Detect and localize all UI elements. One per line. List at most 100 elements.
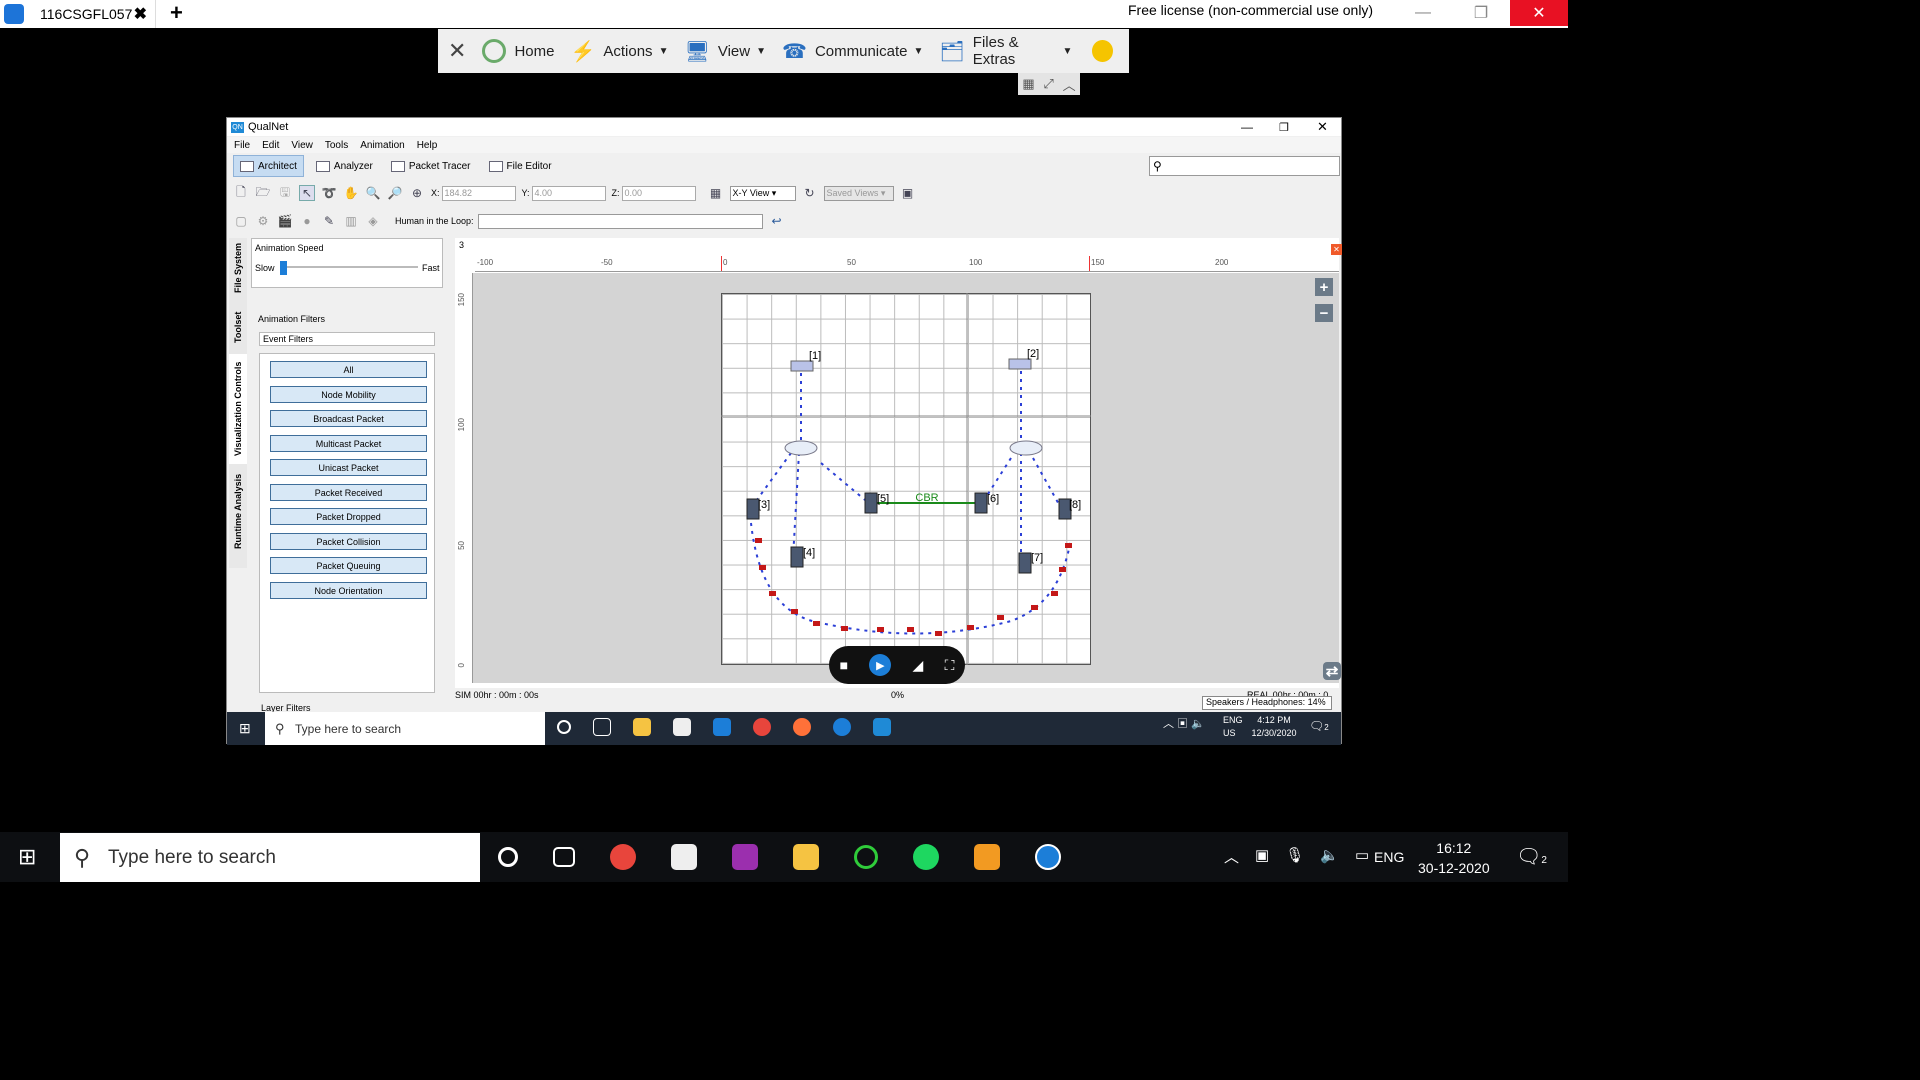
minimize-icon[interactable]: —	[1241, 120, 1253, 134]
filter-node-mobility-button[interactable]: Node Mobility	[270, 386, 427, 403]
fullscreen-icon[interactable]: ⤢	[1043, 76, 1053, 92]
speed-slider-track[interactable]	[280, 266, 418, 268]
close-tab-icon[interactable]: ✖	[134, 4, 147, 24]
microphone-icon[interactable]: 🎙	[1285, 846, 1304, 867]
notification-icon[interactable]: 🗨2	[1309, 720, 1329, 734]
select-pointer-icon[interactable]: ↖	[299, 185, 315, 201]
cortana-icon[interactable]	[557, 720, 571, 734]
close-icon[interactable]: ✕	[1317, 119, 1328, 135]
tab-architect[interactable]: Architect	[233, 155, 304, 177]
toolbar-actions[interactable]: ⚡ Actions ▼	[570, 39, 668, 64]
windows-start-icon[interactable]: ⊞	[239, 720, 251, 737]
film-icon[interactable]: 🎬	[277, 213, 293, 229]
mobile-node[interactable]	[1018, 552, 1032, 574]
access-point-node[interactable]	[790, 360, 814, 372]
edit-icon[interactable]: ✎	[321, 213, 337, 229]
remote-lang[interactable]: ENG US	[1223, 714, 1243, 740]
toolbar-home[interactable]: Home	[482, 39, 554, 63]
remote-search-box[interactable]: ⚲ Type here to search	[265, 712, 545, 745]
store-icon[interactable]	[671, 844, 697, 870]
filter-unicast-button[interactable]: Unicast Packet	[270, 459, 427, 476]
play-icon[interactable]: ▶	[869, 654, 892, 676]
sublime-icon[interactable]	[974, 844, 1000, 870]
save-view-icon[interactable]: ▣	[900, 185, 916, 201]
feedback-smiley-icon[interactable]	[1092, 40, 1113, 62]
chevron-up-icon[interactable]: ︿	[1224, 846, 1239, 867]
host-tray-icons[interactable]: ︿ ▣ 🎙 🔈 ▭	[1224, 846, 1369, 867]
menu-edit[interactable]: Edit	[262, 140, 279, 151]
close-window-icon[interactable]: ✕	[1510, 0, 1568, 26]
filter-multicast-button[interactable]: Multicast Packet	[270, 435, 427, 452]
settings-gear-icon[interactable]: ⚙	[255, 213, 271, 229]
grid-icon[interactable]: ▦	[1022, 76, 1034, 92]
mobile-node[interactable]	[790, 546, 804, 568]
canvas-tab[interactable]: 3	[459, 240, 464, 250]
menu-animation[interactable]: Animation	[360, 140, 404, 151]
teamviewer-icon[interactable]	[1035, 844, 1061, 870]
tab-visualization-controls[interactable]: Visualization Controls	[229, 354, 247, 464]
rec-icon[interactable]: ●	[299, 213, 315, 229]
filter-queuing-button[interactable]: Packet Queuing	[270, 557, 427, 574]
saved-views-select[interactable]: Saved Views ▾	[823, 185, 894, 201]
speed-slider-handle[interactable]	[280, 261, 287, 275]
tab-file-system[interactable]: File System	[229, 238, 247, 298]
host-lang[interactable]: ENG	[1374, 849, 1404, 865]
task-view-icon[interactable]	[553, 847, 575, 867]
filter-dropped-button[interactable]: Packet Dropped	[270, 508, 427, 525]
search-input[interactable]: ⚲	[1149, 156, 1340, 176]
store-icon[interactable]	[673, 718, 691, 736]
remote-clock[interactable]: 4:12 PM 12/30/2020	[1249, 714, 1299, 740]
zoom-fit-icon[interactable]: 🔎	[387, 185, 403, 201]
reset-view-icon[interactable]: ↻	[802, 185, 818, 201]
menu-view[interactable]: View	[291, 140, 313, 151]
host-clock[interactable]: 16:12 30-12-2020	[1418, 838, 1490, 878]
save-icon[interactable]: 🖫	[277, 185, 293, 201]
stats-icon[interactable]: ◈	[365, 213, 381, 229]
fullscreen-icon[interactable]: ⛶	[945, 657, 955, 674]
file-explorer-icon[interactable]	[633, 718, 651, 736]
file-explorer-icon[interactable]	[793, 844, 819, 870]
view-select[interactable]: X-Y View ▾	[729, 185, 796, 201]
session-tab[interactable]: 116CSGFL057 ✖	[28, 0, 156, 28]
tab-packet-tracer[interactable]: Packet Tracer	[385, 155, 477, 177]
filter-broadcast-button[interactable]: Broadcast Packet	[270, 410, 427, 427]
chart-icon[interactable]: ▥	[343, 213, 359, 229]
z-coord-field[interactable]: 0.00	[621, 185, 696, 201]
close-session-icon[interactable]: ✕	[448, 38, 466, 64]
access-point-node[interactable]	[1008, 358, 1032, 370]
volume-icon[interactable]: 🔈	[1320, 846, 1339, 867]
meet-icon[interactable]: ▣	[1255, 846, 1269, 867]
toolbar-view[interactable]: 🖥 View ▼	[684, 39, 766, 64]
mail-icon[interactable]	[713, 718, 731, 736]
host-search-box[interactable]: ⚲ Type here to search	[60, 833, 480, 882]
menu-help[interactable]: Help	[417, 140, 438, 151]
zoom-icon[interactable]: 🔍	[365, 185, 381, 201]
tab-file-editor[interactable]: File Editor	[483, 155, 558, 177]
cortana-icon[interactable]	[498, 847, 518, 867]
minimize-icon[interactable]: —	[1394, 0, 1452, 26]
new-file-icon[interactable]: 🗋	[233, 185, 249, 201]
chrome-icon[interactable]	[610, 844, 636, 870]
mobile-node[interactable]	[974, 492, 988, 514]
task-view-icon[interactable]	[593, 718, 611, 736]
tray-icons[interactable]: ︿ ▣ 🔈	[1163, 718, 1205, 731]
filter-received-button[interactable]: Packet Received	[270, 484, 427, 501]
tab-runtime-analysis[interactable]: Runtime Analysis	[229, 468, 247, 554]
teamviewer-icon[interactable]	[833, 718, 851, 736]
teamviewer-float-icon[interactable]: ⇄	[1323, 662, 1341, 680]
toolbar-files[interactable]: 🗂 Files & Extras ▼	[939, 34, 1072, 68]
record-icon[interactable]: ▢	[233, 213, 249, 229]
y-coord-field[interactable]: 4.00	[531, 185, 606, 201]
step-icon[interactable]: ◢	[913, 657, 924, 674]
x-coord-field[interactable]: 184.82	[441, 185, 516, 201]
intellij-icon[interactable]	[732, 844, 758, 870]
close-canvas-icon[interactable]: ✕	[1331, 244, 1342, 255]
filter-collision-button[interactable]: Packet Collision	[270, 533, 427, 550]
windows-start-icon[interactable]: ⊞	[18, 844, 36, 870]
tab-toolset[interactable]: Toolset	[229, 304, 247, 350]
rotate-view-icon[interactable]: ⊕	[409, 185, 425, 201]
notification-icon[interactable]: 🗨2	[1516, 844, 1547, 869]
spotify-icon[interactable]	[913, 844, 939, 870]
stop-icon[interactable]: ■	[840, 657, 848, 673]
restore-icon[interactable]: ❐	[1279, 121, 1289, 134]
